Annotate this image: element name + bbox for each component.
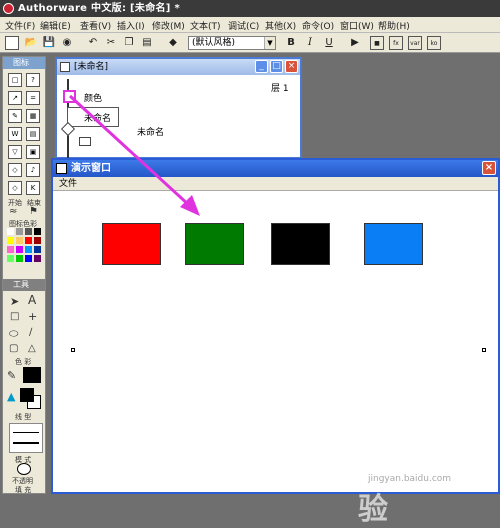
annotation-arrow [68,94,200,216]
watermark-logo: Baidu经验 [358,448,485,527]
watermark-url: jingyan.baidu.com [368,474,452,484]
